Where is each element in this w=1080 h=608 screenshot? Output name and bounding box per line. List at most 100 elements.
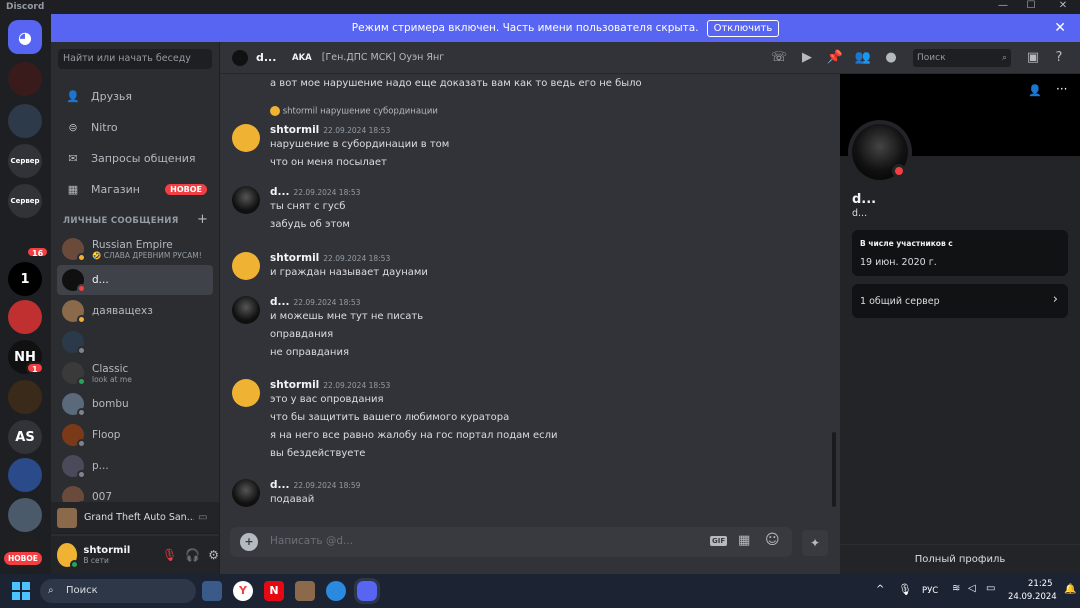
activity-panel[interactable]: Grand Theft Auto San... ▭ xyxy=(51,502,219,534)
apps-icon[interactable]: ✦ xyxy=(802,530,828,556)
avatar[interactable] xyxy=(232,186,260,214)
game-icon[interactable] xyxy=(295,581,315,601)
sticker-icon[interactable]: ▦ xyxy=(738,533,750,548)
reply-preview[interactable]: shtormil нарушение субординации xyxy=(270,106,438,117)
settings-gear-icon[interactable]: ⚙ xyxy=(208,548,219,562)
message-author[interactable]: d... xyxy=(270,479,289,491)
avatar[interactable] xyxy=(232,296,260,324)
server-icon[interactable]: 1 xyxy=(8,262,42,296)
server-icon[interactable] xyxy=(8,380,42,414)
message-composer[interactable]: + Написать @d... GIF ▦ ☺ xyxy=(230,527,792,557)
avatar[interactable] xyxy=(57,543,80,569)
app-icon-photos[interactable] xyxy=(202,581,222,601)
close-icon[interactable]: ✕ xyxy=(1054,20,1066,36)
dm-avatar[interactable] xyxy=(232,49,248,66)
disable-streamer-button[interactable]: Отключить xyxy=(706,19,780,37)
message-line: ты снят с гусб xyxy=(270,201,346,212)
dm-name: даяващехз xyxy=(92,305,153,317)
wifi-icon[interactable]: ≋ xyxy=(952,583,960,594)
server-icon[interactable] xyxy=(8,104,42,138)
yandex-browser-icon[interactable]: Y xyxy=(233,581,253,601)
dm-list-item[interactable]: Floop xyxy=(57,420,213,450)
create-dm-icon[interactable]: + xyxy=(197,212,208,227)
avatar[interactable] xyxy=(232,124,260,152)
chevron-up-icon[interactable]: ^ xyxy=(876,584,884,595)
chat-search-input[interactable]: Поиск ⌕ xyxy=(913,49,1011,67)
nav-item[interactable]: ⊜ Nitro xyxy=(57,113,213,141)
message-timestamp: 22.09.2024 18:53 xyxy=(293,298,361,307)
dm-list-item[interactable]: даяващехз xyxy=(57,296,213,326)
nav-item[interactable]: ✉ Запросы общения xyxy=(57,144,213,172)
profile-avatar[interactable] xyxy=(848,120,912,184)
edge-browser-icon[interactable] xyxy=(326,581,346,601)
message-author[interactable]: shtormil xyxy=(270,379,319,391)
taskbar-search[interactable]: ⌕ Поиск xyxy=(40,579,196,603)
message-author[interactable]: d... xyxy=(270,186,289,198)
help-icon[interactable]: ? xyxy=(1050,50,1068,66)
server-icon[interactable] xyxy=(8,300,42,334)
scrollbar[interactable] xyxy=(832,432,836,507)
avatar[interactable] xyxy=(232,479,260,507)
message-line: подавай xyxy=(270,494,315,505)
user-profile-icon[interactable]: ● xyxy=(882,50,900,66)
mutual-servers-card[interactable]: 1 общий сервер › xyxy=(852,284,1068,318)
screen-share-icon[interactable]: ▭ xyxy=(198,512,207,523)
headphones-icon[interactable]: 🎧 xyxy=(185,548,200,562)
more-options-icon[interactable]: ··· xyxy=(1056,82,1067,96)
avatar[interactable] xyxy=(232,379,260,407)
battery-icon[interactable]: ▭ xyxy=(986,583,995,594)
inbox-icon[interactable]: ▣ xyxy=(1024,50,1042,66)
add-friend-icon[interactable]: 👤 xyxy=(1028,84,1042,97)
dm-list-item[interactable]: p... xyxy=(57,451,213,481)
server-icon[interactable] xyxy=(8,498,42,532)
server-icon[interactable] xyxy=(8,62,42,96)
dm-list-item[interactable]: d... xyxy=(57,265,213,295)
new-badge: НОВОЕ xyxy=(4,552,42,565)
gif-button[interactable]: GIF xyxy=(710,536,728,546)
language-indicator[interactable]: РУС xyxy=(922,586,938,596)
message-author[interactable]: d... xyxy=(270,296,289,308)
emoji-icon[interactable]: ☺ xyxy=(765,532,780,548)
message-author[interactable]: shtormil xyxy=(270,124,319,136)
message-line: а вот мое нарушение надо еще доказать ва… xyxy=(270,78,642,89)
nav-item[interactable]: 👤 Друзья xyxy=(57,82,213,110)
dm-search-input[interactable]: Найти или начать беседу xyxy=(58,49,212,69)
dm-name: d... xyxy=(92,274,109,286)
avatar xyxy=(62,362,86,386)
attach-plus-icon[interactable]: + xyxy=(240,533,258,551)
server-icon[interactable]: Сервер xyxy=(8,184,42,218)
video-icon[interactable]: ▶ xyxy=(798,50,816,66)
discord-taskbar-icon[interactable] xyxy=(354,578,380,604)
server-icon[interactable]: AS xyxy=(8,420,42,454)
microphone-icon[interactable]: 🎙 xyxy=(898,583,912,596)
windows-start-icon[interactable] xyxy=(12,582,30,600)
message-author[interactable]: shtormil xyxy=(270,252,319,264)
dm-list-item[interactable]: Russian Empire 🤣 СЛАВА ДРЕВНИМ РУСАМ! xyxy=(57,234,213,264)
message-line: что он меня посылает xyxy=(270,157,387,168)
dm-list-item[interactable]: Classic look at me xyxy=(57,358,213,388)
discord-home-icon[interactable]: ◕ xyxy=(8,20,42,54)
mute-mic-icon[interactable]: 🎙 xyxy=(162,548,177,562)
volume-icon[interactable]: ◁ xyxy=(968,583,976,594)
call-icon[interactable]: ☏ xyxy=(770,50,788,66)
notification-bell-icon[interactable]: 🔔 xyxy=(1064,584,1076,595)
clock-date[interactable]: 24.09.2024 xyxy=(1008,592,1057,602)
dm-list-item[interactable] xyxy=(57,327,213,357)
app-title: Discord xyxy=(6,2,45,12)
close-window-icon[interactable]: ✕ xyxy=(1050,0,1076,14)
windows-taskbar: ⌕ Поиск Y N ^ 🎙 РУС ≋ ◁ ▭ 21:25 24.09.20… xyxy=(0,574,1080,608)
clock-time[interactable]: 21:25 xyxy=(1028,579,1053,589)
netflix-icon[interactable]: N xyxy=(264,581,284,601)
maximize-icon[interactable]: ☐ xyxy=(1018,0,1044,14)
avatar xyxy=(62,455,86,479)
avatar[interactable] xyxy=(232,252,260,280)
add-friend-icon[interactable]: 👥 xyxy=(854,50,872,66)
pin-icon[interactable]: 📌 xyxy=(826,50,844,66)
minimize-icon[interactable]: — xyxy=(990,0,1016,14)
nav-item[interactable]: ▦ Магазин НОВОЕ xyxy=(57,175,213,203)
avatar xyxy=(62,424,86,448)
server-icon[interactable]: Сервер xyxy=(8,144,42,178)
dm-list-item[interactable]: bombu xyxy=(57,389,213,419)
full-profile-button[interactable]: Полный профиль xyxy=(840,544,1080,574)
server-icon[interactable] xyxy=(8,458,42,492)
